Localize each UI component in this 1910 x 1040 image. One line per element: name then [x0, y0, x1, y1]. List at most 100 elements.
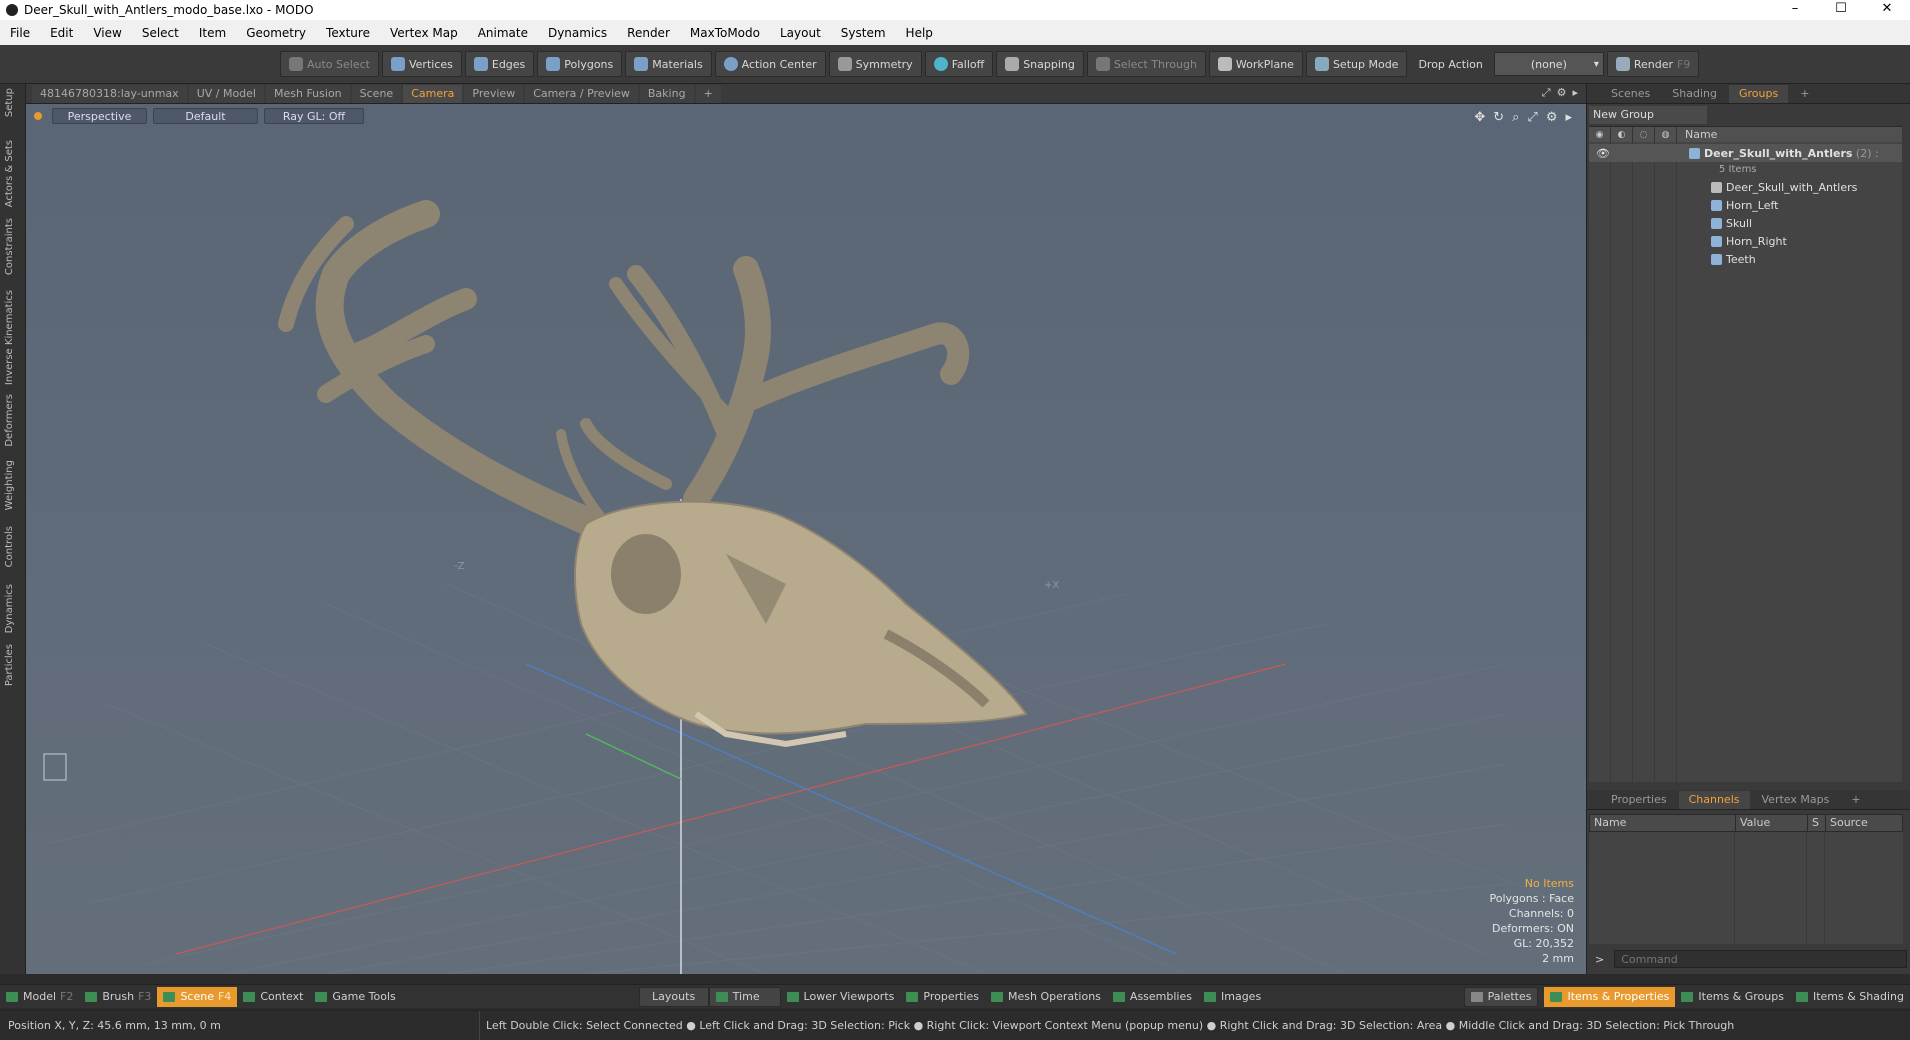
- tab-deformers[interactable]: Deformers: [4, 394, 15, 447]
- list-item[interactable]: Skull: [1589, 214, 1902, 232]
- materials-button[interactable]: Materials: [625, 51, 712, 77]
- render-column-icon[interactable]: ◐: [1611, 127, 1633, 143]
- menu-system[interactable]: System: [831, 26, 896, 40]
- palettes-button[interactable]: Palettes: [1463, 986, 1539, 1007]
- menu-select[interactable]: Select: [132, 26, 189, 40]
- tab-layer-unmax[interactable]: 48146780318:lay-unmax: [32, 84, 187, 103]
- select-column-icon[interactable]: ◍: [1655, 127, 1677, 143]
- tab-weighting[interactable]: Weighting: [4, 460, 15, 510]
- minimize-button[interactable]: –: [1772, 0, 1818, 20]
- lock-column-icon[interactable]: ◌: [1633, 127, 1655, 143]
- properties-button[interactable]: Properties: [900, 987, 985, 1007]
- viewport-menu-icon[interactable]: ▸: [1565, 110, 1572, 125]
- new-group-button[interactable]: New Group: [1589, 106, 1707, 124]
- tab-setup[interactable]: Setup: [4, 88, 15, 117]
- vertices-button[interactable]: Vertices: [381, 51, 462, 77]
- menu-geometry[interactable]: Geometry: [236, 26, 316, 40]
- tab-properties[interactable]: Properties: [1601, 791, 1677, 809]
- eye-icon[interactable]: 👁: [1589, 147, 1689, 160]
- time-button[interactable]: Time: [708, 986, 781, 1007]
- tab-vertex-maps[interactable]: Vertex Maps: [1752, 791, 1840, 809]
- select-through-button[interactable]: Select Through: [1086, 51, 1206, 77]
- action-center-button[interactable]: Action Center: [714, 51, 826, 77]
- workplane-button[interactable]: WorkPlane: [1208, 51, 1303, 77]
- add-panel-tab-button[interactable]: +: [1790, 85, 1819, 103]
- tab-baking[interactable]: Baking: [639, 84, 694, 103]
- list-item[interactable]: Deer_Skull_with_Antlers: [1589, 178, 1902, 196]
- assemblies-button[interactable]: Assemblies: [1107, 987, 1198, 1007]
- fit-icon[interactable]: ⤢: [1527, 110, 1537, 125]
- menu-vertex-map[interactable]: Vertex Map: [380, 26, 468, 40]
- shading-default-button[interactable]: Default: [153, 108, 258, 124]
- mesh-operations-button[interactable]: Mesh Operations: [985, 987, 1107, 1007]
- viewport-settings-icon[interactable]: ⚙: [1546, 110, 1558, 125]
- arrow-right-icon[interactable]: ▸: [1572, 86, 1578, 100]
- falloff-button[interactable]: Falloff: [924, 51, 994, 77]
- render-button[interactable]: Render F9: [1606, 51, 1700, 77]
- tab-preview[interactable]: Preview: [464, 84, 524, 103]
- add-tab-button[interactable]: +: [695, 84, 721, 103]
- add-props-tab-button[interactable]: +: [1841, 791, 1870, 809]
- tab-dynamics[interactable]: Dynamics: [4, 584, 15, 633]
- tab-shading[interactable]: Shading: [1662, 85, 1727, 103]
- tab-constraints[interactable]: Constraints: [4, 218, 15, 275]
- menu-dynamics[interactable]: Dynamics: [538, 26, 617, 40]
- menu-help[interactable]: Help: [896, 26, 943, 40]
- menu-layout[interactable]: Layout: [770, 26, 831, 40]
- raygl-button[interactable]: Ray GL: Off: [264, 108, 364, 124]
- gear-icon[interactable]: ⚙: [1557, 86, 1567, 100]
- axis-gizmo-icon: [43, 753, 67, 781]
- tab-scene[interactable]: Scene: [351, 84, 402, 103]
- pan-icon[interactable]: ✥: [1474, 110, 1485, 125]
- tab-controls[interactable]: Controls: [4, 526, 15, 567]
- menu-maxtomodo[interactable]: MaxToModo: [680, 26, 770, 40]
- tab-actors-sets[interactable]: Actors & Sets: [4, 140, 15, 207]
- brush-layout-button[interactable]: Brush F3: [79, 987, 157, 1007]
- tab-scenes[interactable]: Scenes: [1601, 85, 1660, 103]
- tab-camera[interactable]: Camera: [403, 84, 463, 103]
- polygons-button[interactable]: Polygons: [537, 51, 623, 77]
- menu-item[interactable]: Item: [189, 26, 236, 40]
- menu-animate[interactable]: Animate: [468, 26, 538, 40]
- maximize-button[interactable]: ☐: [1818, 0, 1864, 20]
- 3d-viewport[interactable]: -Z +X Perspective Default Ray GL: Off ✥ …: [26, 104, 1586, 974]
- game-tools-layout-button[interactable]: Game Tools: [309, 987, 401, 1007]
- list-item[interactable]: Horn_Right: [1589, 232, 1902, 250]
- images-button[interactable]: Images: [1198, 987, 1267, 1007]
- tab-channels[interactable]: Channels: [1678, 790, 1750, 809]
- edges-button[interactable]: Edges: [464, 51, 535, 77]
- menu-edit[interactable]: Edit: [40, 26, 83, 40]
- items-groups-button[interactable]: Items & Groups: [1675, 987, 1790, 1007]
- perspective-button[interactable]: Perspective: [52, 108, 147, 124]
- setup-mode-button[interactable]: Setup Mode: [1305, 51, 1408, 77]
- items-shading-button[interactable]: Items & Shading: [1790, 987, 1910, 1007]
- rotate-icon[interactable]: ↻: [1493, 110, 1504, 125]
- command-input[interactable]: [1614, 950, 1907, 968]
- menu-view[interactable]: View: [83, 26, 131, 40]
- context-layout-button[interactable]: Context: [237, 987, 309, 1007]
- tab-particles[interactable]: Particles: [4, 644, 15, 686]
- scene-layout-button[interactable]: Scene F4: [157, 986, 238, 1007]
- items-properties-button[interactable]: Items & Properties: [1544, 986, 1676, 1007]
- tab-mesh-fusion[interactable]: Mesh Fusion: [266, 84, 350, 103]
- tab-camera-preview[interactable]: Camera / Preview: [525, 84, 638, 103]
- tab-inverse-kinematics[interactable]: Inverse Kinematics: [4, 290, 15, 385]
- list-item[interactable]: Teeth: [1589, 250, 1902, 268]
- visibility-column-icon[interactable]: ◉: [1589, 127, 1611, 143]
- auto-select-button[interactable]: Auto Select: [280, 51, 379, 77]
- symmetry-button[interactable]: Symmetry: [828, 51, 922, 77]
- tab-groups[interactable]: Groups: [1728, 84, 1789, 103]
- menu-render[interactable]: Render: [617, 26, 680, 40]
- menu-texture[interactable]: Texture: [316, 26, 380, 40]
- tab-uv-model[interactable]: UV / Model: [188, 84, 264, 103]
- list-item[interactable]: Horn_Left: [1589, 196, 1902, 214]
- layouts-button[interactable]: Layouts: [638, 986, 709, 1007]
- model-layout-button[interactable]: Model F2: [0, 987, 79, 1007]
- drop-action-select[interactable]: (none): [1493, 52, 1604, 76]
- lower-viewports-button[interactable]: Lower Viewports: [781, 987, 901, 1007]
- expand-icon[interactable]: ⤢: [1542, 86, 1551, 100]
- close-button[interactable]: ✕: [1864, 0, 1910, 20]
- menu-file[interactable]: File: [0, 26, 40, 40]
- zoom-icon[interactable]: ⌕: [1512, 110, 1519, 125]
- snapping-button[interactable]: Snapping: [996, 51, 1084, 77]
